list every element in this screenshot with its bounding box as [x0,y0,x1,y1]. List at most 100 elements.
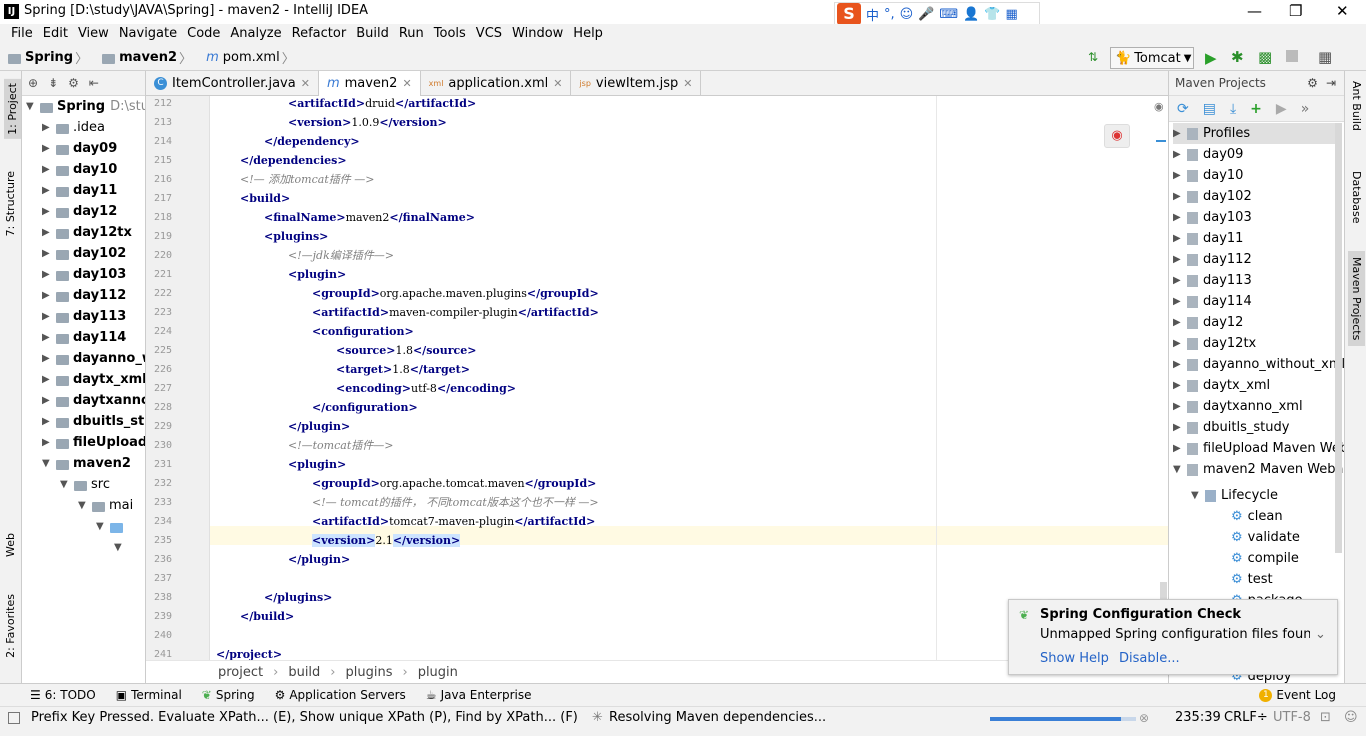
tree-item-main[interactable]: ▼ mai [78,495,133,516]
menu-code[interactable]: Code [182,24,225,45]
maven-item[interactable]: ▶ day112 [1173,249,1252,270]
close-icon[interactable]: ✕ [301,77,310,90]
disable-link[interactable]: Disable... [1119,651,1180,666]
generate-sources-icon[interactable]: ▤ [1203,101,1216,117]
favorites-tool-tab[interactable]: 2: Favorites [4,594,17,658]
run-goal-icon[interactable]: ▶ [1276,101,1287,117]
inspector-icon[interactable]: ☺ [1344,710,1358,725]
tree-item[interactable]: ▶ day102 [42,243,126,264]
close-button[interactable]: ✕ [1336,2,1349,20]
maven-item[interactable]: ▼ maven2 Maven Webap [1173,459,1344,480]
project-tool-tab[interactable]: 1: Project [4,79,21,139]
todo-tool-tab[interactable]: ☰ 6: TODO [30,688,96,702]
nav-crumb-project[interactable]: Spring 〉 [8,48,94,67]
maven-item[interactable]: ▶ day102 [1173,186,1252,207]
skin-icon[interactable]: 👕 [984,7,1000,22]
tab-application-xml[interactable]: xml application.xml ✕ [421,71,572,96]
stop-icon[interactable] [1286,50,1298,62]
maven-item[interactable]: ▶ day10 [1173,165,1243,186]
maven-item[interactable]: ▶ day09 [1173,144,1243,165]
maven-scrollbar[interactable] [1335,123,1342,553]
project-structure-icon[interactable]: ▦ [1318,48,1332,66]
maven-item[interactable]: ▶ dayanno_without_xml [1173,354,1344,375]
java-enterprise-tool-tab[interactable]: ☕ Java Enterprise [426,688,532,702]
hide-icon[interactable]: ⇤ [89,76,99,90]
maven-item[interactable]: ▶ daytx_xml [1173,375,1270,396]
run-icon[interactable]: ▶ [1205,49,1217,67]
menu-tools[interactable]: Tools [429,24,471,45]
ime-lang[interactable]: 中 [866,5,879,24]
reimport-icon[interactable]: ⟳ [1177,101,1189,117]
tree-item[interactable]: ▶ day113 [42,306,126,327]
menu-run[interactable]: Run [394,24,429,45]
keyboard-icon[interactable]: ⌨ [939,7,958,22]
maven-item[interactable]: ▶ day12 [1173,312,1243,333]
maven-item[interactable]: ▶ day113 [1173,270,1252,291]
settings-icon[interactable]: ⚙ [68,76,79,90]
ant-build-tool-tab[interactable]: Ant Build [1350,81,1363,131]
maven-item[interactable]: ▶ dbuitls_study [1173,417,1289,438]
menu-vcs[interactable]: VCS [471,24,507,45]
crumb-project[interactable]: project [218,665,263,680]
sogou-logo-icon[interactable]: S [837,3,861,25]
maven-item[interactable]: ▶ daytxanno_xml [1173,396,1303,417]
tree-item[interactable]: ▶ day114 [42,327,126,348]
menu-file[interactable]: File [6,24,38,45]
maven-item[interactable]: ▶ day11 [1173,228,1243,249]
toolbox-icon[interactable]: ▦ [1006,7,1018,22]
maven-item[interactable]: ▶ Profiles [1173,123,1339,144]
close-icon[interactable]: ✕ [402,77,411,90]
phase-test[interactable]: ⚙ test [1231,569,1273,590]
maven-projects-tool-tab[interactable]: Maven Projects [1348,251,1365,347]
ime-punct[interactable]: °, [884,7,895,22]
terminal-tool-tab[interactable]: ▣ Terminal [116,688,182,702]
ime-toolbar[interactable]: S 中 °, ☺ 🎤 ⌨ 👤 👕 ▦ [834,2,1040,26]
crumb-build[interactable]: build [288,665,320,680]
maven-item[interactable]: ▶ day12tx [1173,333,1256,354]
line-separator[interactable]: CRLF÷ [1224,710,1268,725]
phase-clean[interactable]: ⚙ clean [1231,506,1283,527]
run-config-selector[interactable]: 🐈 Tomcat ▼ [1110,47,1194,69]
hide-icon[interactable]: ⇥ [1326,76,1336,90]
tree-item[interactable]: ▶ day11 [42,180,117,201]
make-project-icon[interactable]: ⇅ [1088,50,1098,64]
menu-window[interactable]: Window [507,24,568,45]
tree-item-sub[interactable]: ▼ [114,537,128,558]
menu-refactor[interactable]: Refactor [287,24,352,45]
minimize-button[interactable]: — [1247,2,1262,20]
tree-item[interactable]: ▶ .idea [42,117,105,138]
menu-edit[interactable]: Edit [38,24,73,45]
caret-position[interactable]: 235:39 [1175,710,1221,725]
lock-icon[interactable]: ⊡ [1320,710,1331,725]
tree-item[interactable]: ▶ daytxanno [42,390,145,411]
database-tool-tab[interactable]: Database [1350,171,1363,224]
cancel-icon[interactable]: ⊗ [1139,711,1149,725]
code-editor[interactable]: 212 213 214 215 216 217 218 219 220 221 222 223 224 2… [146,96,1168,660]
spring-tool-tab[interactable]: ❦ Spring [202,688,255,702]
crumb-plugin[interactable]: plugin [418,665,458,680]
phase-validate[interactable]: ⚙ validate [1231,527,1300,548]
nav-crumb-file[interactable]: m pom.xml 〉 [206,48,301,67]
tree-item-java[interactable]: ▼ [96,516,127,537]
crumb-plugins[interactable]: plugins [346,665,393,680]
maven-item[interactable]: ▶ day114 [1173,291,1252,312]
event-log-tool-tab[interactable]: 1 Event Log [1259,688,1336,702]
collapse-icon[interactable]: ⇟ [48,76,58,90]
background-task[interactable]: Resolving Maven dependencies... [609,710,826,725]
editor-gutter[interactable]: 212 213 214 215 216 217 218 219 220 221 222 223 224 2… [146,96,210,660]
user-icon[interactable]: 👤 [963,7,979,22]
tree-root[interactable]: ▼SpringD:\stud [26,96,145,117]
close-icon[interactable]: ✕ [553,77,562,90]
maven-item[interactable]: ▶ day103 [1173,207,1252,228]
tree-item-maven2[interactable]: ▼ maven2 [42,453,131,474]
settings-icon[interactable]: ⚙ [1307,76,1318,90]
add-icon[interactable]: + [1250,101,1262,117]
tree-item[interactable]: ▶ dayanno_w [42,348,145,369]
eye-icon[interactable]: ◉ [1154,100,1164,113]
web-tool-tab[interactable]: Web [4,533,17,557]
chevron-down-icon[interactable]: ⌄ [1315,627,1326,642]
tool-windows-icon[interactable] [8,712,20,724]
maximize-button[interactable]: ❐ [1289,2,1302,20]
phase-compile[interactable]: ⚙ compile [1231,548,1299,569]
tree-item[interactable]: ▶ fileUpload [42,432,145,453]
